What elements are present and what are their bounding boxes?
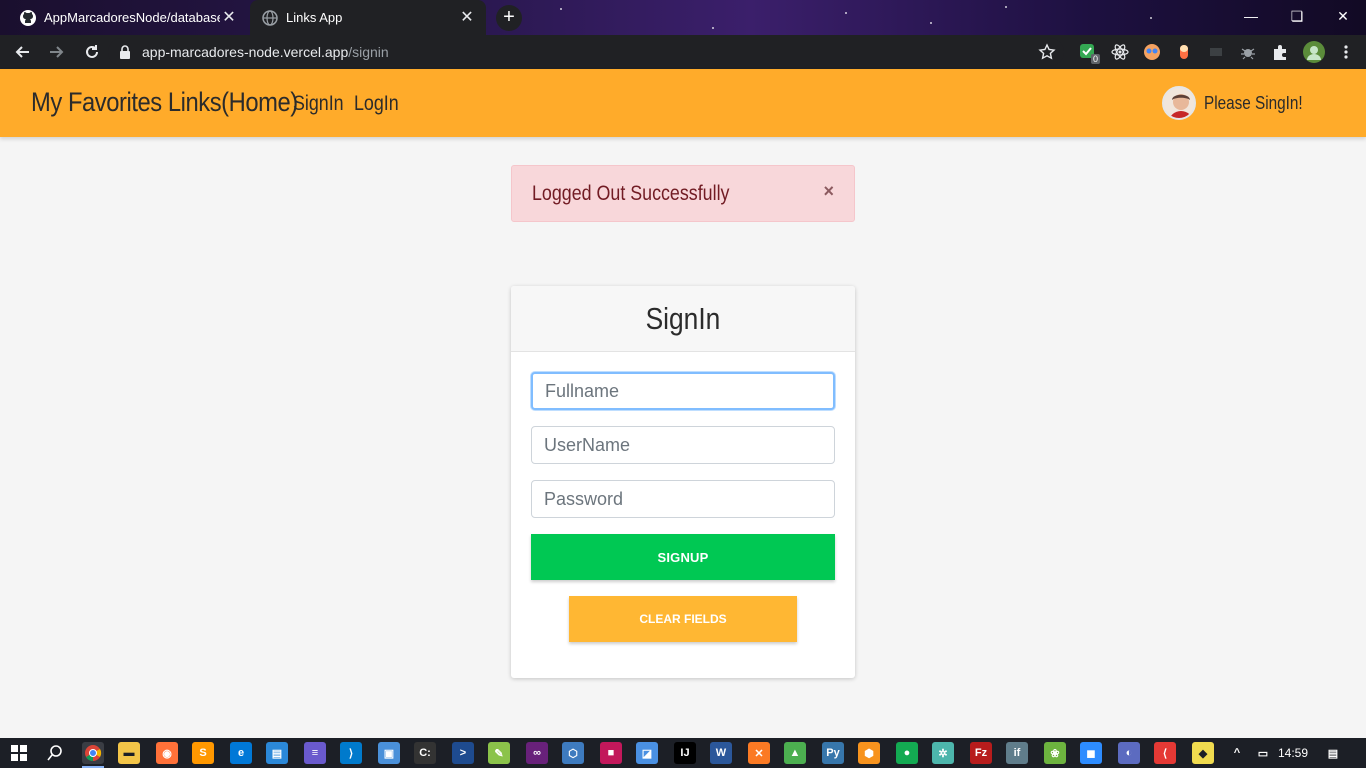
windows-start-icon[interactable] xyxy=(8,742,30,764)
app-icon[interactable]: if xyxy=(1006,742,1028,764)
profile-avatar-icon[interactable] xyxy=(1303,41,1325,63)
terminal-icon[interactable]: C: xyxy=(414,742,436,764)
virtualbox-icon[interactable]: ▣ xyxy=(378,742,400,764)
app-icon[interactable]: ▤ xyxy=(266,742,288,764)
close-tab-icon[interactable]: ✕ xyxy=(458,9,476,27)
more-menu-icon[interactable] xyxy=(1337,43,1355,61)
site-navbar: My Favorites Links(Home) SignIn LogIn Pl… xyxy=(0,69,1366,137)
sublime-text-icon[interactable]: S xyxy=(192,742,214,764)
tab-title: Links App xyxy=(286,10,343,25)
zoom-icon[interactable]: ◼ xyxy=(1080,742,1102,764)
alert-message: Logged Out Successfully xyxy=(532,182,730,205)
background-star xyxy=(930,22,932,24)
vscode-icon[interactable]: ⟩ xyxy=(340,742,362,764)
spring-icon[interactable]: ❀ xyxy=(1044,742,1066,764)
python-icon[interactable]: Py xyxy=(822,742,844,764)
react-devtools-icon[interactable] xyxy=(1111,43,1129,61)
notepad-icon[interactable]: ✎ xyxy=(488,742,510,764)
close-window-icon[interactable]: ✕ xyxy=(1320,0,1366,32)
xampp-icon[interactable]: ✕ xyxy=(748,742,770,764)
tab-title: AppMarcadoresNode/database.js xyxy=(44,10,220,25)
nav-link-login[interactable]: LogIn xyxy=(354,92,399,116)
app-icon[interactable]: ≡ xyxy=(304,742,326,764)
intellij-icon[interactable]: IJ xyxy=(674,742,696,764)
puzzle-extensions-icon[interactable] xyxy=(1271,43,1289,61)
url-host: app-marcadores-node.vercel.app xyxy=(142,44,349,60)
logout-alert: Logged Out Successfully × xyxy=(511,165,855,222)
powershell-icon[interactable]: > xyxy=(452,742,474,764)
app-icon[interactable]: ◆ xyxy=(1192,742,1214,764)
browser-toolbar: app-marcadores-node.vercel.app/signin 0 xyxy=(0,35,1366,69)
globe-icon xyxy=(262,9,278,26)
chevron-up-icon[interactable]: ^ xyxy=(1226,742,1248,764)
restore-icon[interactable]: ❏ xyxy=(1274,0,1320,32)
signup-button[interactable]: SIGNUP xyxy=(531,534,835,580)
network-icon[interactable]: ▭ xyxy=(1252,742,1274,764)
new-tab-button[interactable]: + xyxy=(496,5,522,31)
signin-card: SignIn SIGNUP CLEAR FIELDS xyxy=(511,286,855,678)
windows-taskbar: ▬ ◉ S e ▤ ≡ ⟩ ▣ C: > ✎ ∞ ⬡ ■ ◪ IJ W ✕ ▲ … xyxy=(0,738,1366,768)
fullname-input[interactable] xyxy=(531,372,835,410)
tab-github[interactable]: AppMarcadoresNode/database.js ✕ xyxy=(8,0,248,35)
file-explorer-icon[interactable]: ▬ xyxy=(118,742,140,764)
app-icon[interactable]: ✲ xyxy=(932,742,954,764)
background-star xyxy=(712,27,714,29)
page-title: SignIn xyxy=(645,300,721,336)
back-icon[interactable] xyxy=(6,36,38,68)
forward-icon[interactable] xyxy=(41,36,73,68)
nav-link-signin[interactable]: SignIn xyxy=(293,92,344,116)
visual-studio-icon[interactable]: ∞ xyxy=(526,742,548,764)
edge-icon[interactable]: e xyxy=(230,742,252,764)
lock-icon xyxy=(118,44,134,60)
app-icon[interactable]: ◐ xyxy=(1118,742,1140,764)
background-star xyxy=(560,8,562,10)
app-icon[interactable]: ▲ xyxy=(784,742,806,764)
chrome-icon[interactable] xyxy=(82,742,104,764)
app-icon[interactable]: ⟨ xyxy=(1154,742,1176,764)
avatar xyxy=(1161,86,1196,120)
app-icon[interactable]: ⬢ xyxy=(858,742,880,764)
user-status-text: Please SingIn! xyxy=(1203,92,1303,113)
glasses-extension-icon[interactable] xyxy=(1143,43,1161,61)
word-icon[interactable]: W xyxy=(710,742,732,764)
user-area: Please SingIn! xyxy=(1161,86,1320,120)
filezilla-icon[interactable]: Fz xyxy=(970,742,992,764)
tab-links-app[interactable]: Links App ✕ xyxy=(250,0,486,35)
app-icon[interactable]: ■ xyxy=(600,742,622,764)
search-icon[interactable] xyxy=(44,742,66,764)
app-icon[interactable]: ⬡ xyxy=(562,742,584,764)
bookmark-star-icon[interactable] xyxy=(1038,43,1056,61)
url-path: /signin xyxy=(348,44,389,60)
firefox-icon[interactable]: ◉ xyxy=(156,742,178,764)
capsule-extension-icon[interactable] xyxy=(1175,43,1193,61)
minimize-icon[interactable]: — xyxy=(1228,0,1274,32)
bug-extension-icon[interactable] xyxy=(1239,43,1257,61)
taskbar-clock: 14:59 xyxy=(1278,746,1309,760)
close-tab-icon[interactable]: ✕ xyxy=(220,9,238,27)
card-header: SignIn xyxy=(511,286,855,352)
notifications-icon[interactable]: ▤ xyxy=(1322,742,1344,764)
username-input[interactable] xyxy=(531,426,835,464)
clear-fields-button[interactable]: CLEAR FIELDS xyxy=(569,596,797,642)
browser-tab-bar: AppMarcadoresNode/database.js ✕ Links Ap… xyxy=(0,0,1366,35)
extension-badge: 0 xyxy=(1091,54,1101,64)
mongodb-icon[interactable]: ● xyxy=(896,742,918,764)
app-icon[interactable]: ◪ xyxy=(636,742,658,764)
address-bar[interactable]: app-marcadores-node.vercel.app/signin xyxy=(108,38,1064,66)
password-input[interactable] xyxy=(531,480,835,518)
dark-extension-icon[interactable] xyxy=(1207,43,1225,61)
background-star xyxy=(845,12,847,14)
close-icon[interactable]: × xyxy=(823,181,834,202)
github-icon xyxy=(20,9,36,26)
background-star xyxy=(1150,17,1152,19)
background-star xyxy=(1005,6,1007,8)
brand-home-link[interactable]: My Favorites Links(Home) xyxy=(31,87,298,118)
reload-icon[interactable] xyxy=(76,36,108,68)
